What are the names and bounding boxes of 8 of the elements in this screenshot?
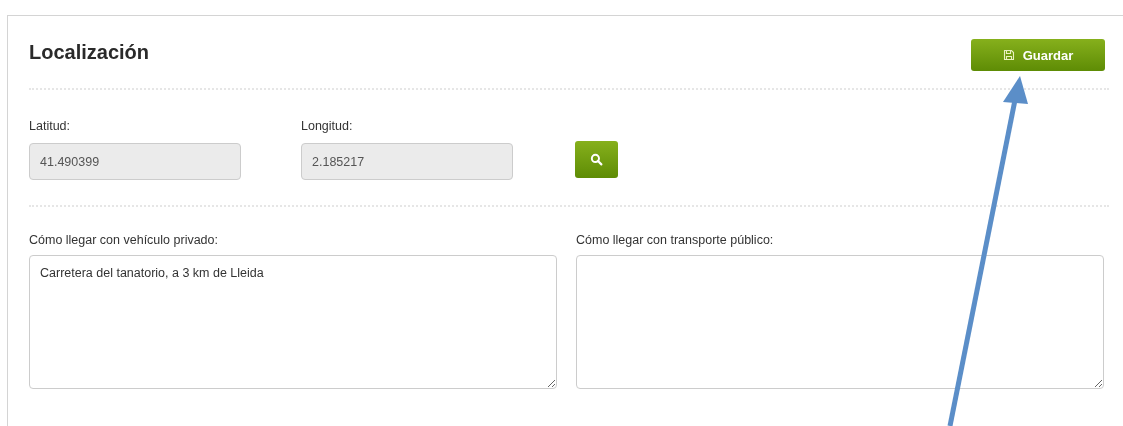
field-label: Longitud: (301, 119, 354, 133)
search-button[interactable] (575, 141, 618, 178)
text-area[interactable]: Carretera del tanatorio, a 3 km de Lleida (29, 255, 557, 389)
field-label: Cómo llegar con vehículo privado: (29, 233, 219, 247)
field-label: Cómo llegar con transporte público: (576, 233, 775, 247)
field-label: Latitud: (29, 119, 71, 133)
search-icon (590, 153, 603, 166)
section-title: Localización (29, 40, 150, 64)
